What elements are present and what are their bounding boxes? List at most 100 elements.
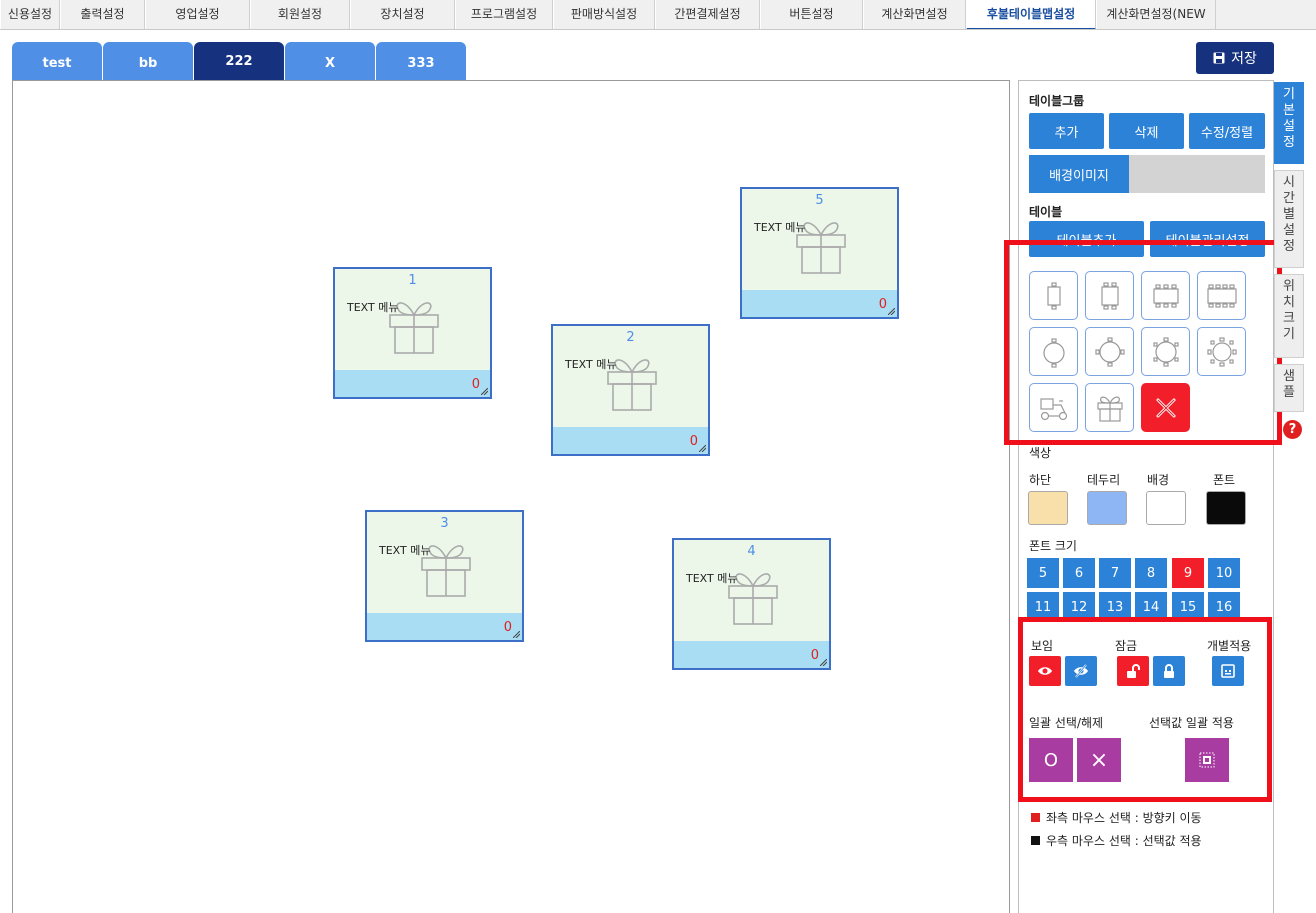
tab-bb[interactable]: bb [103,42,193,80]
table-number: 2 [626,330,635,345]
menu-postpaid-table-map-settings[interactable]: 후불테이블맵설정 [966,0,1096,29]
font-size-5[interactable]: 5 [1027,558,1059,588]
tab-test[interactable]: test [12,42,102,80]
bulk-select-label: 일괄 선택/해제 [1029,716,1104,730]
shape-table-8-seat[interactable] [1197,271,1246,320]
table-card-1[interactable]: 1 TEXT 메뉴 0 [333,267,492,399]
shape-round-4-seat[interactable] [1085,327,1134,376]
menu-member-settings[interactable]: 회원설정 [250,0,350,29]
table-manage-button[interactable]: 테이블관리설정 [1150,221,1265,257]
table-count: 0 [471,377,480,392]
color-name-border: 테두리 [1087,473,1121,487]
font-size-13[interactable]: 13 [1099,592,1131,622]
legend-red-square [1031,813,1040,822]
shape-table-1-seat[interactable] [1029,271,1078,320]
menu-print-settings[interactable]: 출력설정 [60,0,145,29]
table-map-tabs: test bb 222 X 333 [12,42,467,80]
hide-button[interactable] [1065,656,1097,686]
menu-button-settings[interactable]: 버튼설정 [760,0,863,29]
font-size-10[interactable]: 10 [1208,558,1240,588]
menu-sales-settings[interactable]: 영업설정 [145,0,250,29]
round-4-seat-icon [1094,336,1125,367]
menu-checkout-screen-settings[interactable]: 계산화면설정 [863,0,966,29]
eye-icon [1038,667,1052,675]
shape-table-6-seat[interactable] [1141,271,1190,320]
shape-delivery[interactable] [1029,383,1078,432]
lock-icon [1164,664,1174,678]
menu-sales-mode-settings[interactable]: 판매방식설정 [553,0,655,29]
bulk-apply-button[interactable] [1185,738,1229,782]
menu-easy-pay-settings[interactable]: 간편결제설정 [655,0,760,29]
individual-apply-label: 개별적용 [1207,639,1252,653]
delete-x-icon [1156,398,1175,417]
table-6-seat-icon [1152,283,1179,308]
table-add-button[interactable]: 테이블추가 [1029,221,1144,257]
background-image-toggle[interactable]: 배경이미지 [1029,155,1265,193]
select-all-button[interactable]: O [1029,738,1073,782]
resize-grip-icon[interactable] [481,388,488,395]
font-size-8[interactable]: 8 [1135,558,1167,588]
font-size-7[interactable]: 7 [1099,558,1131,588]
table-2-seat-icon [1100,281,1119,310]
group-edit-sort-button[interactable]: 수정/정렬 [1189,113,1265,149]
table-card-5[interactable]: 5 TEXT 메뉴 0 [740,187,899,319]
side-tab-time-settings[interactable]: 시간별설정 [1274,170,1304,268]
side-tab-sample[interactable]: 샘플 [1274,364,1304,412]
bottom-color-swatch[interactable] [1028,491,1068,525]
shape-round-8-seat[interactable] [1197,327,1246,376]
table-1-seat-icon [1046,281,1061,310]
save-button[interactable]: 저장 [1196,42,1274,74]
font-size-14[interactable]: 14 [1135,592,1167,622]
font-color-swatch[interactable] [1206,491,1246,525]
menu-credit-settings[interactable]: 신용설정 [0,0,60,29]
delivery-scooter-icon [1039,397,1067,420]
background-image-label: 배경이미지 [1029,155,1129,193]
resize-grip-icon[interactable] [820,659,827,666]
group-delete-button[interactable]: 삭제 [1109,113,1184,149]
eye-slash-icon [1074,664,1088,678]
tab-x[interactable]: X [285,42,375,80]
tab-333[interactable]: 333 [376,42,466,80]
shape-round-6-seat[interactable] [1141,327,1190,376]
font-size-12[interactable]: 12 [1063,592,1095,622]
table-card-3[interactable]: 3 TEXT 메뉴 0 [365,510,524,642]
shape-table-2-seat[interactable] [1085,271,1134,320]
font-size-15[interactable]: 15 [1172,592,1204,622]
menu-program-settings[interactable]: 프로그램설정 [455,0,553,29]
help-icon[interactable]: ? [1283,420,1302,439]
font-size-16[interactable]: 16 [1208,592,1240,622]
individual-apply-button[interactable] [1212,656,1244,686]
shape-round-2-seat[interactable] [1029,327,1078,376]
table-card-4[interactable]: 4 TEXT 메뉴 0 [672,538,831,670]
round-8-seat-icon [1206,336,1237,367]
tab-222[interactable]: 222 [194,42,284,80]
resize-grip-icon[interactable] [699,445,706,452]
font-size-6[interactable]: 6 [1063,558,1095,588]
lock-button[interactable] [1153,656,1185,686]
shape-gift[interactable] [1085,383,1134,432]
resize-grip-icon[interactable] [513,631,520,638]
resize-grip-icon[interactable] [888,308,895,315]
font-size-9[interactable]: 9 [1172,558,1204,588]
side-tab-basic-settings[interactable]: 기본설정 [1274,82,1304,164]
top-menu-bar: 신용설정 출력설정 영업설정 회원설정 장치설정 프로그램설정 판매방식설정 간… [0,0,1316,30]
table-group-label: 테이블그룹 [1029,94,1085,108]
color-label: 색상 [1029,446,1052,460]
deselect-all-button[interactable]: × [1077,738,1121,782]
table-count: 0 [503,620,512,635]
menu-checkout-screen-new-settings[interactable]: 계산화면설정(NEW [1096,0,1216,29]
background-color-swatch[interactable] [1146,491,1186,525]
show-button[interactable] [1029,656,1061,686]
menu-device-settings[interactable]: 장치설정 [350,0,455,29]
font-size-label: 폰트 크기 [1029,539,1077,553]
group-add-button[interactable]: 추가 [1029,113,1104,149]
unlock-button[interactable] [1117,656,1149,686]
table-map-canvas[interactable]: 1 TEXT 메뉴 0 2 TEXT 메뉴 0 3 TEXT 메뉴 0 4 TE… [12,80,1010,913]
shape-delete-button[interactable] [1141,383,1190,432]
side-tab-position-size[interactable]: 위치크기 [1274,274,1304,358]
save-label: 저장 [1231,51,1257,67]
color-name-font: 폰트 [1213,473,1236,487]
table-card-2[interactable]: 2 TEXT 메뉴 0 [551,324,710,456]
font-size-11[interactable]: 11 [1027,592,1059,622]
border-color-swatch[interactable] [1087,491,1127,525]
